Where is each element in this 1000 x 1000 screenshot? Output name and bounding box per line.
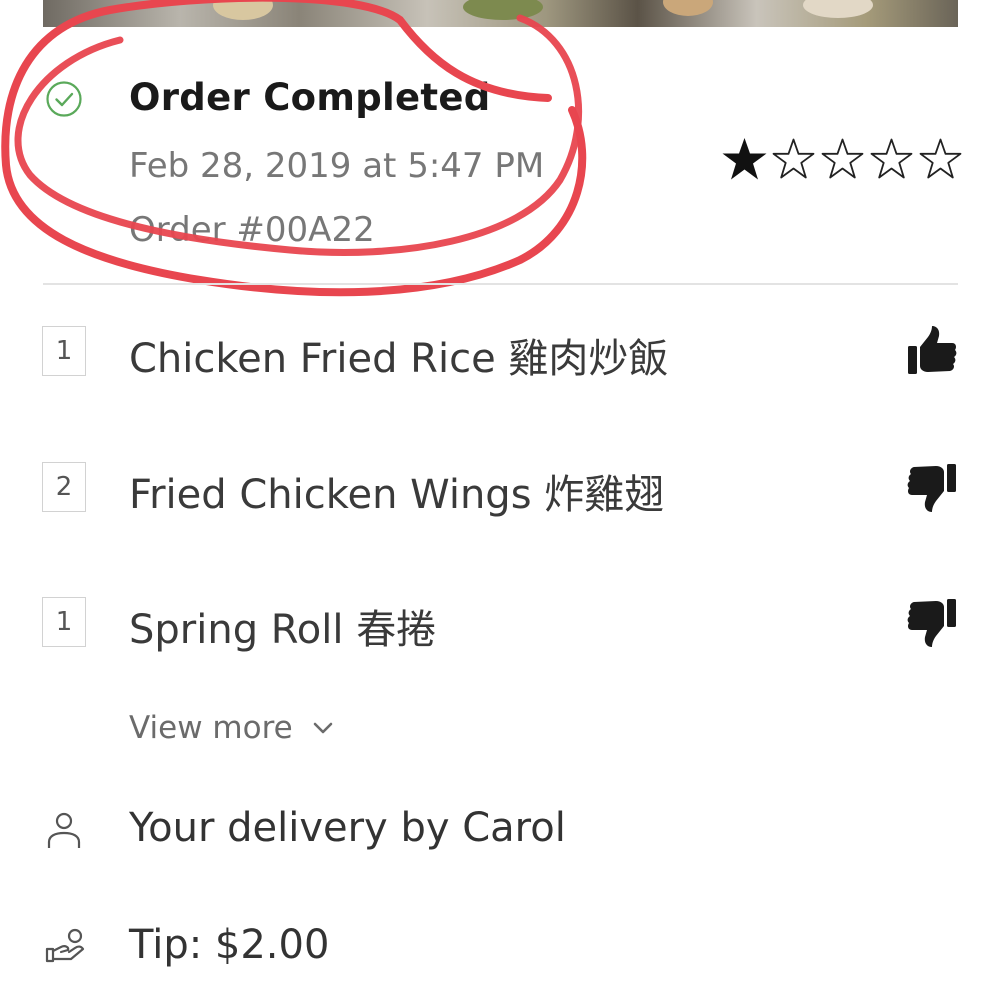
delivery-driver: Your delivery by Carol [129,805,566,851]
divider [43,283,958,285]
restaurant-photo [43,0,958,27]
thumbs-down-icon[interactable] [906,462,958,514]
star-rating[interactable] [720,135,965,183]
order-number: Order #00A22 [129,210,375,244]
view-more-label: View more [129,710,293,746]
star-empty-icon[interactable] [769,135,818,183]
view-more-button[interactable]: View more [129,710,335,746]
star-filled-icon[interactable] [720,135,769,183]
check-circle-icon [46,81,82,117]
thumbs-up-icon[interactable] [906,324,958,376]
person-icon [47,812,81,848]
tip-hand-icon [45,928,85,963]
item-quantity: 1 [42,326,86,376]
order-status: Order Completed [129,76,491,119]
star-empty-icon[interactable] [867,135,916,183]
chevron-down-icon [313,722,333,734]
item-name: Chicken Fried Rice 雞肉炒飯 [129,336,669,382]
item-quantity: 2 [42,462,86,512]
star-empty-icon[interactable] [818,135,867,183]
item-name: Spring Roll 春捲 [129,607,437,653]
thumbs-down-icon[interactable] [906,597,958,649]
item-name: Fried Chicken Wings 炸雞翅 [129,472,665,518]
item-quantity: 1 [42,597,86,647]
tip-amount: Tip: $2.00 [129,922,330,968]
star-empty-icon[interactable] [916,135,965,183]
order-date: Feb 28, 2019 at 5:47 PM [129,146,545,186]
